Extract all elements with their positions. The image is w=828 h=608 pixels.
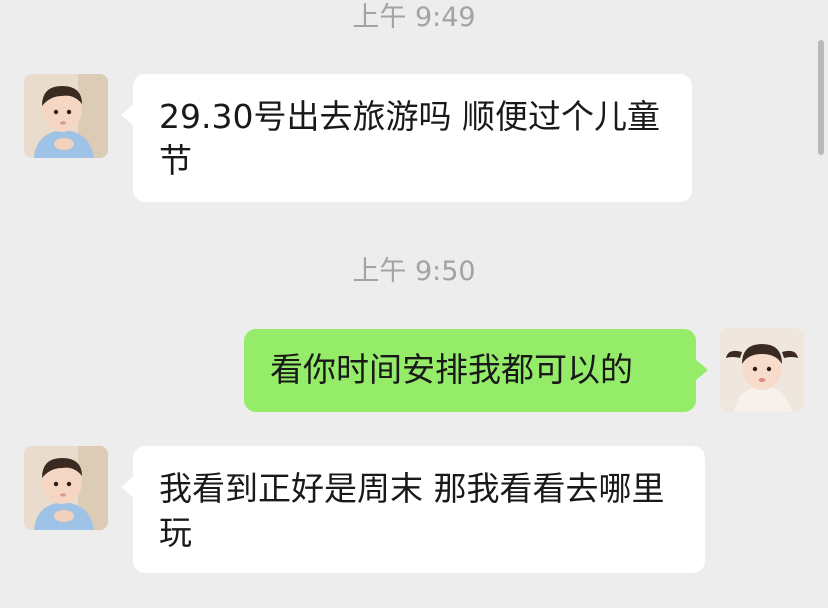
message-bubble-incoming-2[interactable]: 我看到正好是周末 那我看看去哪里玩 <box>121 446 705 573</box>
bubble-tail <box>695 359 708 381</box>
message-text: 29.30号出去旅游吗 顺便过个儿童节 <box>159 97 660 180</box>
timestamp-2: 上午 9:50 <box>352 256 476 287</box>
baby-boy-avatar-icon <box>24 74 108 158</box>
contact-avatar[interactable] <box>24 446 108 530</box>
message-text: 我看到正好是周末 那我看看去哪里玩 <box>159 469 665 552</box>
baby-boy-avatar-icon <box>24 446 108 530</box>
message-bubble-outgoing-1[interactable]: 看你时间安排我都可以的 <box>244 329 708 412</box>
contact-avatar[interactable] <box>24 74 108 158</box>
scrollbar[interactable] <box>818 40 824 155</box>
message-text: 看你时间安排我都可以的 <box>270 350 633 389</box>
timestamp-1: 上午 9:49 <box>352 2 476 33</box>
bubble-tail <box>121 476 134 498</box>
self-avatar[interactable] <box>720 328 804 412</box>
message-bubble-incoming-1[interactable]: 29.30号出去旅游吗 顺便过个儿童节 <box>121 74 692 202</box>
baby-girl-avatar-icon <box>720 328 804 412</box>
bubble-tail <box>121 104 134 126</box>
